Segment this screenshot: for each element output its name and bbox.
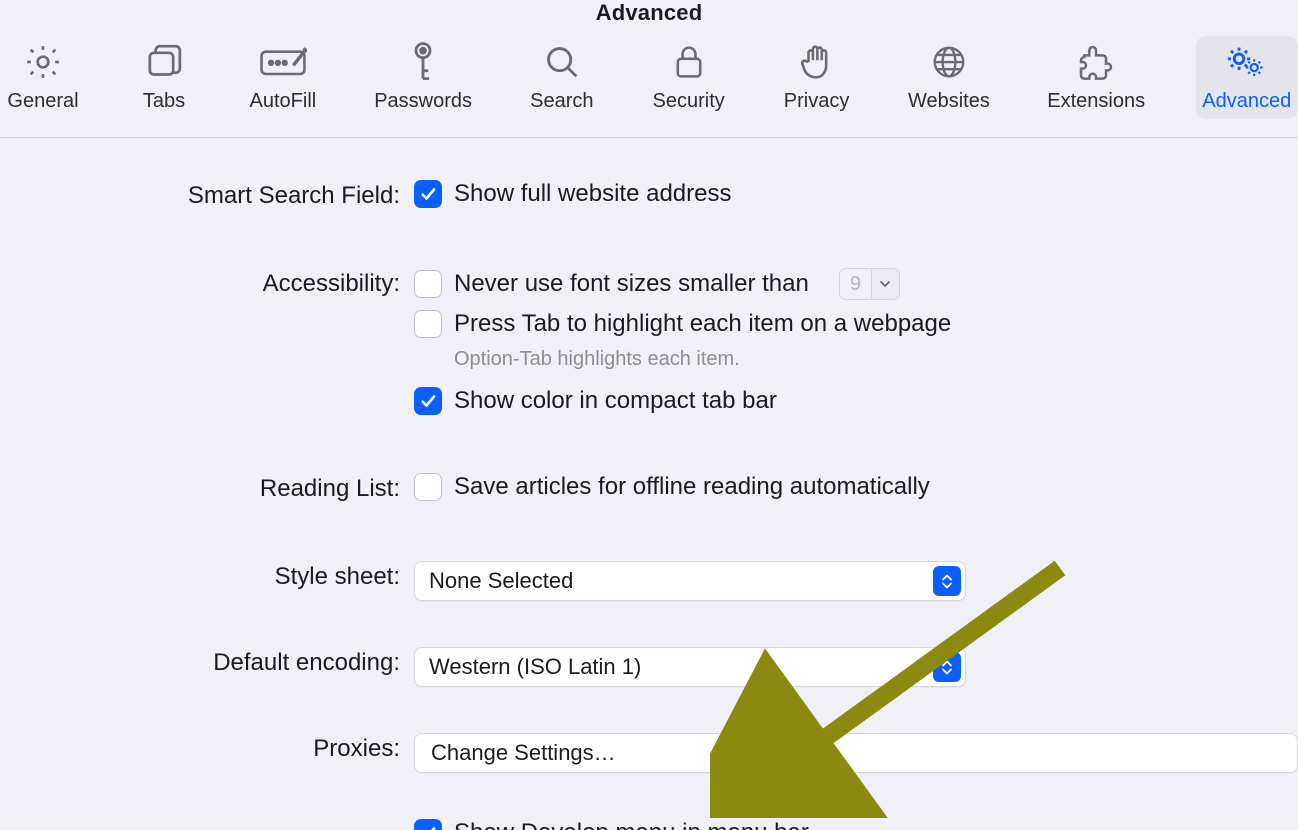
tab-label: Privacy (784, 90, 850, 113)
tab-label: Extensions (1047, 90, 1145, 113)
lock-icon (673, 42, 705, 82)
gear-icon (23, 42, 63, 82)
tab-search[interactable]: Search (522, 36, 601, 119)
tab-label: General (7, 90, 78, 113)
tab-label: Advanced (1202, 90, 1291, 113)
advanced-pane: Smart Search Field: Show full website ad… (0, 138, 1298, 830)
tab-label: Search (530, 90, 593, 113)
tab-security[interactable]: Security (645, 36, 732, 119)
min-font-label: Never use font sizes smaller than (454, 270, 809, 298)
pencil-field-icon (259, 42, 307, 82)
style-sheet-value: None Selected (429, 568, 573, 594)
default-encoding-select[interactable]: Western (ISO Latin 1) (414, 647, 966, 687)
min-font-value: 9 (840, 269, 871, 299)
develop-menu-checkbox[interactable] (414, 819, 442, 830)
tabs-icon (143, 42, 185, 82)
tab-advanced[interactable]: Advanced (1196, 36, 1298, 119)
change-settings-button[interactable]: Change Settings… (414, 733, 1298, 773)
window-title: Advanced (0, 0, 1298, 36)
tab-websites[interactable]: Websites (901, 36, 997, 119)
tab-tabs[interactable]: Tabs (130, 36, 198, 119)
proxies-label: Proxies: (0, 733, 400, 763)
show-full-address-label: Show full website address (454, 180, 731, 208)
smart-search-label: Smart Search Field: (0, 180, 400, 210)
chevron-updown-icon (933, 566, 961, 596)
press-tab-label: Press Tab to highlight each item on a we… (454, 310, 951, 338)
double-gear-icon (1223, 42, 1271, 82)
min-font-stepper[interactable]: 9 (839, 268, 900, 300)
search-icon (543, 42, 581, 82)
offline-reading-checkbox[interactable] (414, 473, 442, 501)
tab-label: Passwords (374, 90, 472, 113)
key-icon (408, 42, 438, 82)
min-font-checkbox[interactable] (414, 270, 442, 298)
change-settings-label: Change Settings… (431, 740, 616, 766)
accessibility-label: Accessibility: (0, 268, 400, 298)
develop-row-spacer (0, 819, 400, 821)
hand-icon (800, 42, 834, 82)
tab-general[interactable]: General (0, 36, 86, 119)
tab-privacy[interactable]: Privacy (776, 36, 857, 119)
tab-passwords[interactable]: Passwords (368, 36, 479, 119)
chevron-down-icon[interactable] (871, 269, 899, 299)
show-full-address-checkbox[interactable] (414, 180, 442, 208)
globe-icon (930, 42, 968, 82)
color-compact-label: Show color in compact tab bar (454, 387, 777, 415)
default-encoding-value: Western (ISO Latin 1) (429, 654, 641, 680)
default-encoding-label: Default encoding: (0, 647, 400, 677)
develop-menu-label: Show Develop menu in menu bar (454, 819, 809, 830)
reading-list-label: Reading List: (0, 473, 400, 503)
tab-extensions[interactable]: Extensions (1041, 36, 1152, 119)
press-tab-checkbox[interactable] (414, 310, 442, 338)
option-tab-hint: Option-Tab highlights each item. (414, 348, 1298, 371)
puzzle-icon (1076, 42, 1116, 82)
color-compact-checkbox[interactable] (414, 387, 442, 415)
chevron-updown-icon (933, 652, 961, 682)
tab-autofill[interactable]: AutoFill (242, 36, 324, 119)
tab-label: Security (653, 90, 725, 113)
preferences-toolbar: General Tabs AutoFill Passwords Search S… (0, 36, 1298, 137)
tab-label: Tabs (143, 90, 185, 113)
style-sheet-label: Style sheet: (0, 561, 400, 591)
tab-label: AutoFill (250, 90, 317, 113)
offline-reading-label: Save articles for offline reading automa… (454, 473, 930, 501)
style-sheet-select[interactable]: None Selected (414, 561, 966, 601)
tab-label: Websites (908, 90, 990, 113)
